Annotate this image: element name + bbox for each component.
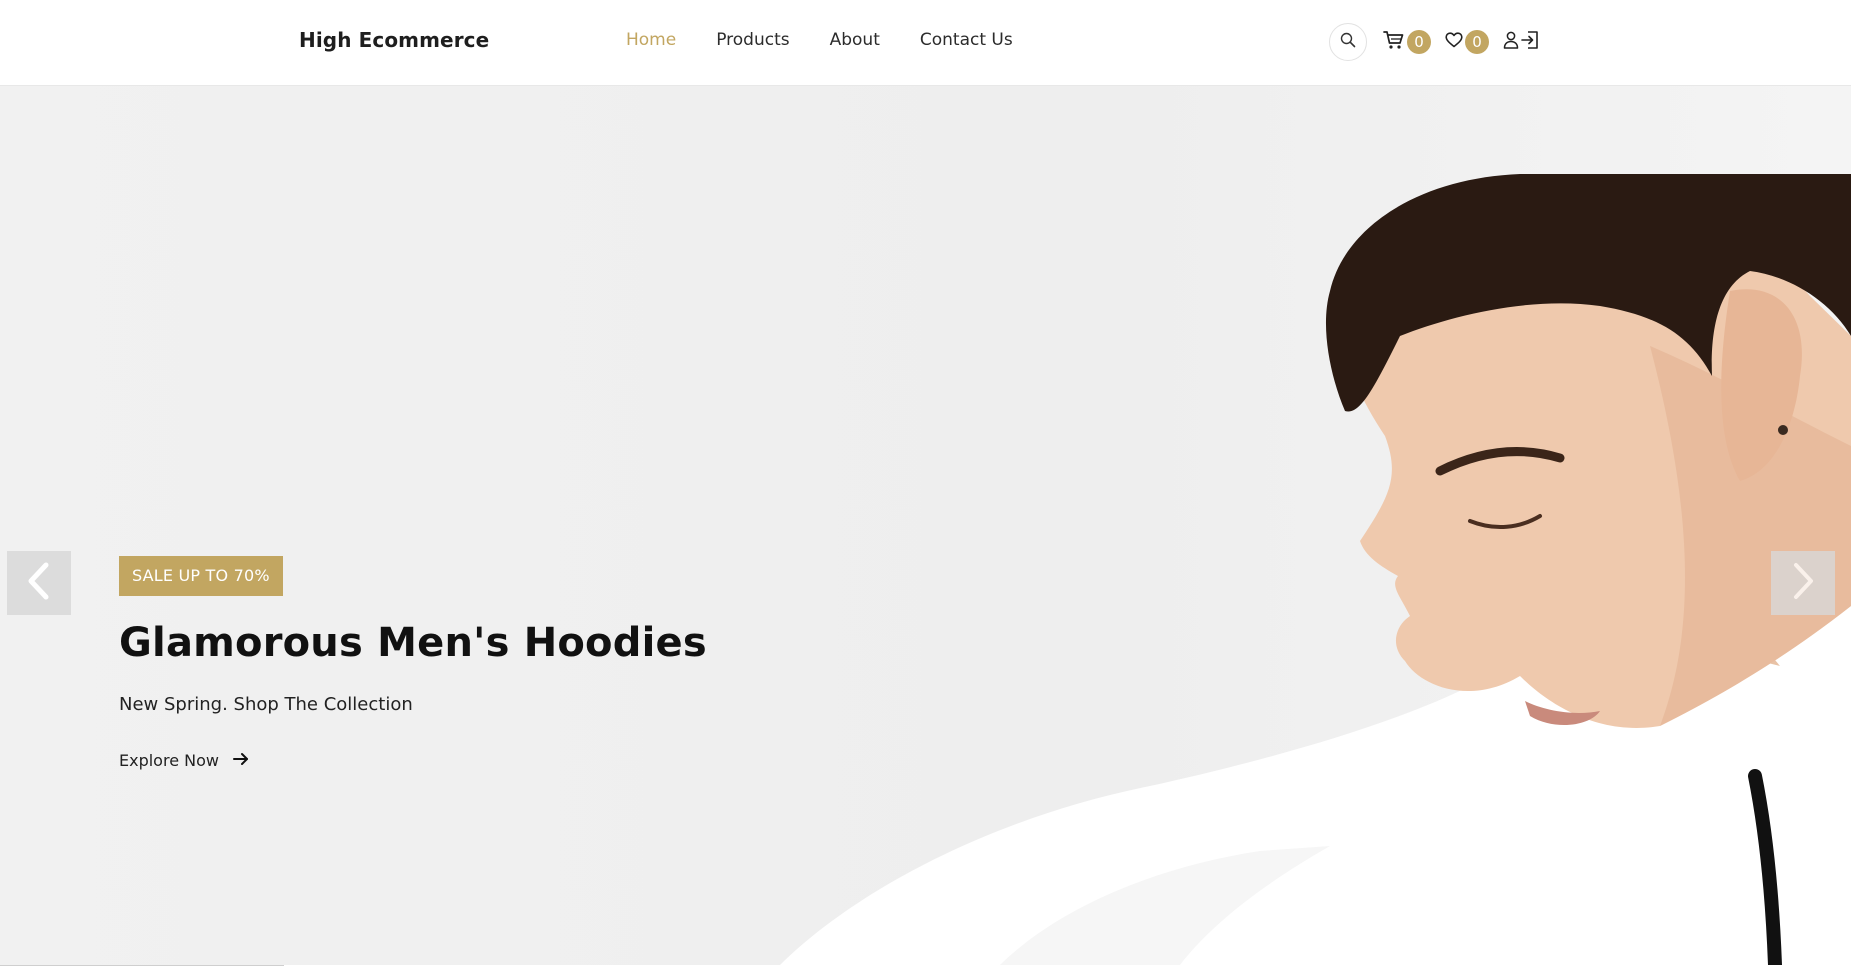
user-icon <box>1503 31 1519 53</box>
explore-now-label: Explore Now <box>119 751 219 770</box>
site-header: High Ecommerce Home Products About Conta… <box>0 0 1851 86</box>
slider-prev-button[interactable] <box>7 551 71 615</box>
nav-contact[interactable]: Contact Us <box>920 30 1013 50</box>
header-actions: 0 0 <box>1329 23 1539 61</box>
cart-count-badge: 0 <box>1407 30 1431 54</box>
nav-products[interactable]: Products <box>716 30 789 50</box>
explore-now-link[interactable]: Explore Now <box>119 751 249 770</box>
hero-title: Glamorous Men's Hoodies <box>119 620 707 666</box>
slider-next-button[interactable] <box>1771 551 1835 615</box>
main-nav: Home Products About Contact Us <box>626 30 1053 50</box>
chevron-right-icon <box>1790 562 1816 604</box>
search-icon <box>1340 32 1356 52</box>
sale-badge: SALE UP TO 70% <box>119 556 283 596</box>
search-button[interactable] <box>1329 23 1367 61</box>
nav-home[interactable]: Home <box>626 30 676 50</box>
hero-subtitle: New Spring. Shop The Collection <box>119 694 413 715</box>
account-button[interactable] <box>1503 30 1539 54</box>
scroll-indicator <box>0 965 284 966</box>
chevron-left-icon <box>26 562 52 604</box>
hero-slider: SALE UP TO 70% Glamorous Men's Hoodies N… <box>0 86 1851 965</box>
heart-icon <box>1445 32 1463 52</box>
nav-about[interactable]: About <box>830 30 880 50</box>
hero-image <box>780 174 1851 965</box>
site-logo[interactable]: High Ecommerce <box>299 28 489 52</box>
cart-icon <box>1383 30 1405 54</box>
wishlist-button[interactable]: 0 <box>1445 30 1489 54</box>
arrow-right-icon <box>219 751 249 770</box>
wishlist-count-badge: 0 <box>1465 30 1489 54</box>
login-icon <box>1521 30 1539 54</box>
cart-button[interactable]: 0 <box>1383 30 1431 54</box>
